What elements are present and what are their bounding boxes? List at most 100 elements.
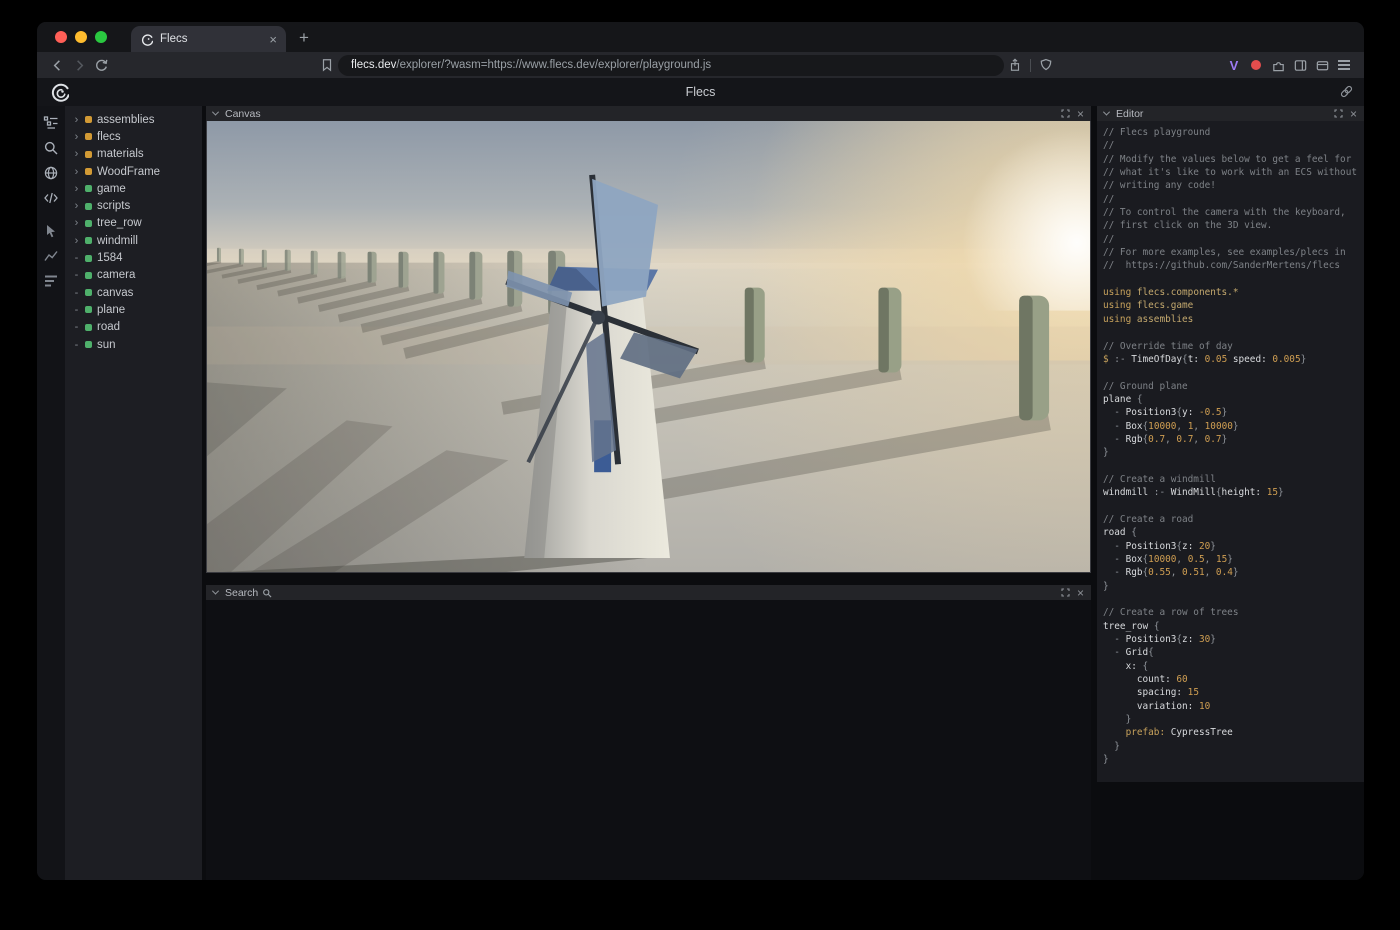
tree-item-canvas[interactable]: -canvas	[65, 284, 202, 301]
tree-item-tree_row[interactable]: ›tree_row	[65, 215, 202, 232]
code-line: tree_row {	[1103, 620, 1358, 633]
code-line: }	[1103, 713, 1358, 726]
code-line: spacing: 15	[1103, 686, 1358, 699]
code-icon[interactable]	[43, 190, 59, 206]
expand-chevron-icon[interactable]: ›	[73, 235, 80, 247]
expand-chevron-icon[interactable]: ›	[73, 166, 80, 178]
code-line	[1103, 273, 1358, 286]
tree-item-label: sun	[97, 339, 116, 351]
tree-item-assemblies[interactable]: › assemblies	[65, 111, 202, 128]
tree-item-game[interactable]: › game	[65, 180, 202, 197]
close-panel-icon[interactable]: ×	[1077, 108, 1084, 120]
extension-v-icon[interactable]: V	[1223, 54, 1245, 76]
leaf-dash-icon: -	[73, 287, 80, 299]
app-header: Flecs	[37, 78, 1364, 106]
code-line: - Rgb{0.55, 0.51, 0.4}	[1103, 566, 1358, 579]
code-line: - Box{10000, 0.5, 15}	[1103, 553, 1358, 566]
new-tab-button[interactable]: +	[299, 28, 309, 48]
entity-tree-icon[interactable]	[43, 115, 59, 131]
world-icon[interactable]	[43, 165, 59, 181]
app-body: ›assemblies›flecs›materials›WoodFrame›ga…	[37, 106, 1364, 880]
code-line: // first click on the 3D view.	[1103, 219, 1358, 232]
close-panel-icon[interactable]: ×	[1350, 108, 1357, 120]
minimize-window-button[interactable]	[75, 31, 87, 43]
close-window-button[interactable]	[55, 31, 67, 43]
url-host: flecs.dev	[351, 59, 396, 71]
zoom-window-button[interactable]	[95, 31, 107, 43]
chart-icon[interactable]	[43, 248, 59, 264]
code-line	[1103, 460, 1358, 473]
expand-chevron-icon[interactable]: ›	[73, 183, 80, 195]
tree-item-label: road	[97, 321, 120, 333]
canvas-panel-header[interactable]: Canvas ×	[206, 106, 1091, 121]
back-icon[interactable]	[46, 54, 68, 76]
tab-strip: Flecs × +	[37, 22, 1364, 52]
search-results-area[interactable]	[206, 600, 1091, 880]
tree-item-sun[interactable]: - sun	[65, 336, 202, 353]
code-line: using flecs.game	[1103, 299, 1358, 312]
permalink-icon[interactable]	[1339, 84, 1354, 99]
entity-square-icon	[85, 324, 92, 331]
entity-tree: ›assemblies›flecs›materials›WoodFrame›ga…	[65, 106, 202, 880]
extension-red-icon[interactable]	[1245, 54, 1267, 76]
tree-item-label: scripts	[97, 200, 130, 212]
expand-chevron-icon[interactable]: ›	[73, 217, 80, 229]
close-panel-icon[interactable]: ×	[1077, 587, 1084, 599]
expand-chevron-icon[interactable]: ›	[73, 114, 80, 126]
code-line: count: 60	[1103, 673, 1358, 686]
tree-item-materials[interactable]: › materials	[65, 146, 202, 163]
code-line: - Position3{z: 30}	[1103, 633, 1358, 646]
editor-panel-header[interactable]: Editor ×	[1097, 106, 1364, 121]
expand-chevron-icon[interactable]: ›	[73, 148, 80, 160]
expand-panel-icon[interactable]	[1334, 109, 1343, 118]
code-line: x: {	[1103, 660, 1358, 673]
tree-item-1584[interactable]: -1584	[65, 249, 202, 266]
tree-item-windmill[interactable]: ›windmill	[65, 232, 202, 249]
tree-item-WoodFrame[interactable]: ›WoodFrame	[65, 163, 202, 180]
canvas-3d-view[interactable]	[206, 121, 1091, 573]
tree-item-scripts[interactable]: › scripts	[65, 197, 202, 214]
forward-icon[interactable]	[68, 54, 90, 76]
cursor-icon[interactable]	[43, 223, 59, 239]
leaf-dash-icon: -	[73, 304, 80, 316]
code-line	[1103, 593, 1358, 606]
tab-close-icon[interactable]: ×	[269, 33, 277, 46]
search-icon[interactable]	[43, 140, 59, 156]
expand-panel-icon[interactable]	[1061, 588, 1070, 597]
code-line: }	[1103, 580, 1358, 593]
stats-icon[interactable]	[43, 273, 59, 289]
leaf-dash-icon: -	[73, 339, 80, 351]
code-line: - Position3{y: -0.5}	[1103, 406, 1358, 419]
entity-square-icon	[85, 289, 92, 296]
url-bar[interactable]: flecs.dev/explorer/?wasm=https://www.fle…	[338, 55, 1004, 76]
code-line: // Ground plane	[1103, 380, 1358, 393]
tree-item-road[interactable]: -road	[65, 319, 202, 336]
tree-item-camera[interactable]: -camera	[65, 267, 202, 284]
tree-item-flecs[interactable]: ›flecs	[65, 128, 202, 145]
tree-item-label: game	[97, 183, 126, 195]
sidebar-toggle-icon[interactable]	[1289, 54, 1311, 76]
browser-tab[interactable]: Flecs ×	[131, 26, 286, 52]
code-line	[1103, 366, 1358, 379]
tree-item-label: materials	[97, 148, 144, 160]
share-icon[interactable]	[1004, 54, 1026, 76]
collapse-chevron-icon[interactable]	[212, 588, 219, 595]
reload-icon[interactable]	[90, 54, 112, 76]
collapse-chevron-icon[interactable]	[212, 109, 219, 116]
bookmark-icon[interactable]	[316, 54, 338, 76]
tree-item-plane[interactable]: -plane	[65, 301, 202, 318]
search-panel-title: Search	[225, 587, 258, 599]
wallet-icon[interactable]	[1311, 54, 1333, 76]
search-panel-header[interactable]: Search ×	[206, 585, 1091, 600]
shield-icon[interactable]	[1035, 54, 1057, 76]
extensions-puzzle-icon[interactable]	[1267, 54, 1289, 76]
tree-item-label: assemblies	[97, 114, 155, 126]
code-line: // For more examples, see examples/plecs…	[1103, 246, 1358, 259]
expand-chevron-icon[interactable]: ›	[73, 200, 80, 212]
menu-icon[interactable]	[1333, 54, 1355, 76]
collapse-chevron-icon[interactable]	[1103, 109, 1110, 116]
expand-chevron-icon[interactable]: ›	[73, 131, 80, 143]
editor-code[interactable]: // Flecs playground//// Modify the value…	[1097, 121, 1364, 782]
expand-panel-icon[interactable]	[1061, 109, 1070, 118]
code-line	[1103, 500, 1358, 513]
